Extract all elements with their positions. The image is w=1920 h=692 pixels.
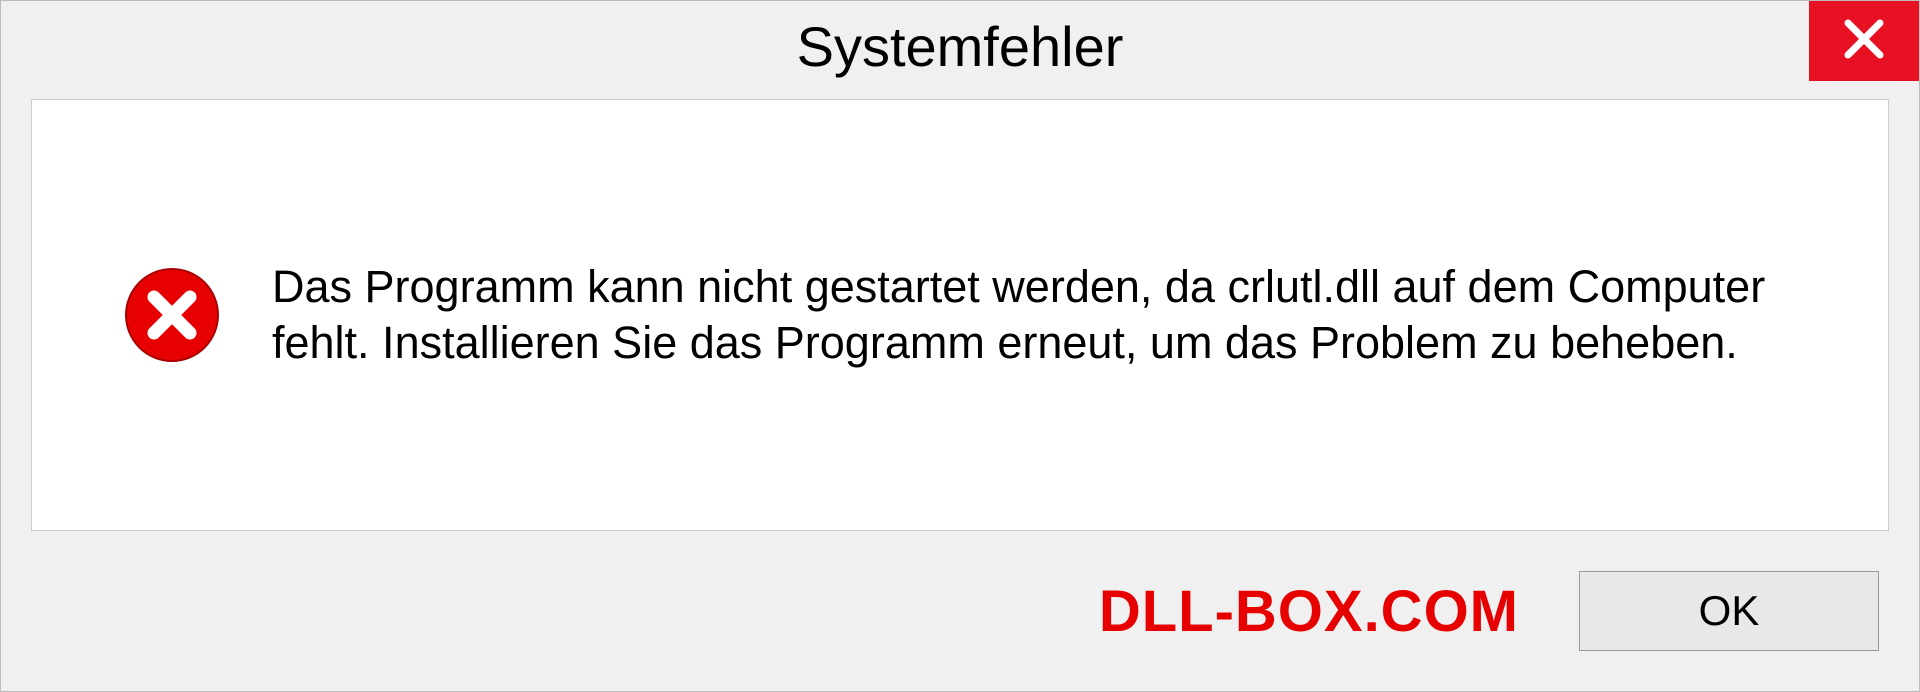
error-message: Das Programm kann nicht gestartet werden… <box>272 259 1828 372</box>
ok-button-label: OK <box>1699 587 1760 635</box>
close-icon <box>1840 15 1888 68</box>
watermark-text: DLL-BOX.COM <box>1099 578 1519 645</box>
error-icon <box>122 265 222 365</box>
titlebar: Systemfehler <box>1 1 1919 91</box>
close-button[interactable] <box>1809 1 1919 81</box>
dialog-footer: DLL-BOX.COM OK <box>1 551 1919 691</box>
dialog-title: Systemfehler <box>797 14 1124 79</box>
content-area: Das Programm kann nicht gestartet werden… <box>31 99 1889 531</box>
error-dialog: Systemfehler Das Programm kann nicht ges… <box>0 0 1920 692</box>
ok-button[interactable]: OK <box>1579 571 1879 651</box>
